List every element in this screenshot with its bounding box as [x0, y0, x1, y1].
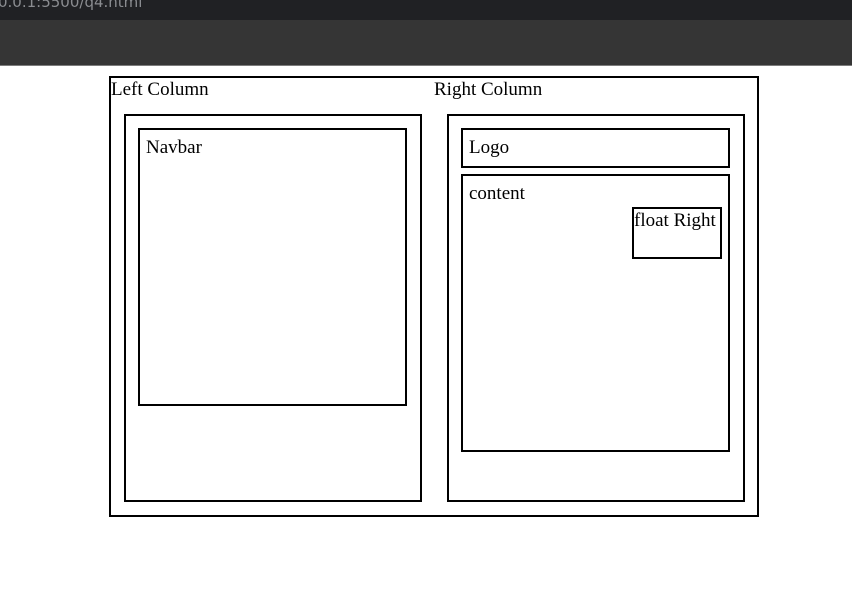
logo-label: Logo	[469, 137, 510, 158]
browser-toolbar	[0, 20, 852, 65]
navbar-label: Navbar	[146, 137, 202, 158]
float-right-label: float Right	[634, 210, 716, 231]
left-column-heading: Left Column	[111, 79, 209, 100]
navbar	[138, 128, 407, 406]
toolbar-divider	[0, 65, 852, 66]
address-url: 0.0.1:5500/q4.html	[0, 0, 143, 11]
content-label: content	[469, 183, 525, 204]
right-column-heading: Right Column	[434, 79, 543, 100]
browser-address-bar[interactable]: 0.0.1:5500/q4.html	[0, 0, 852, 20]
